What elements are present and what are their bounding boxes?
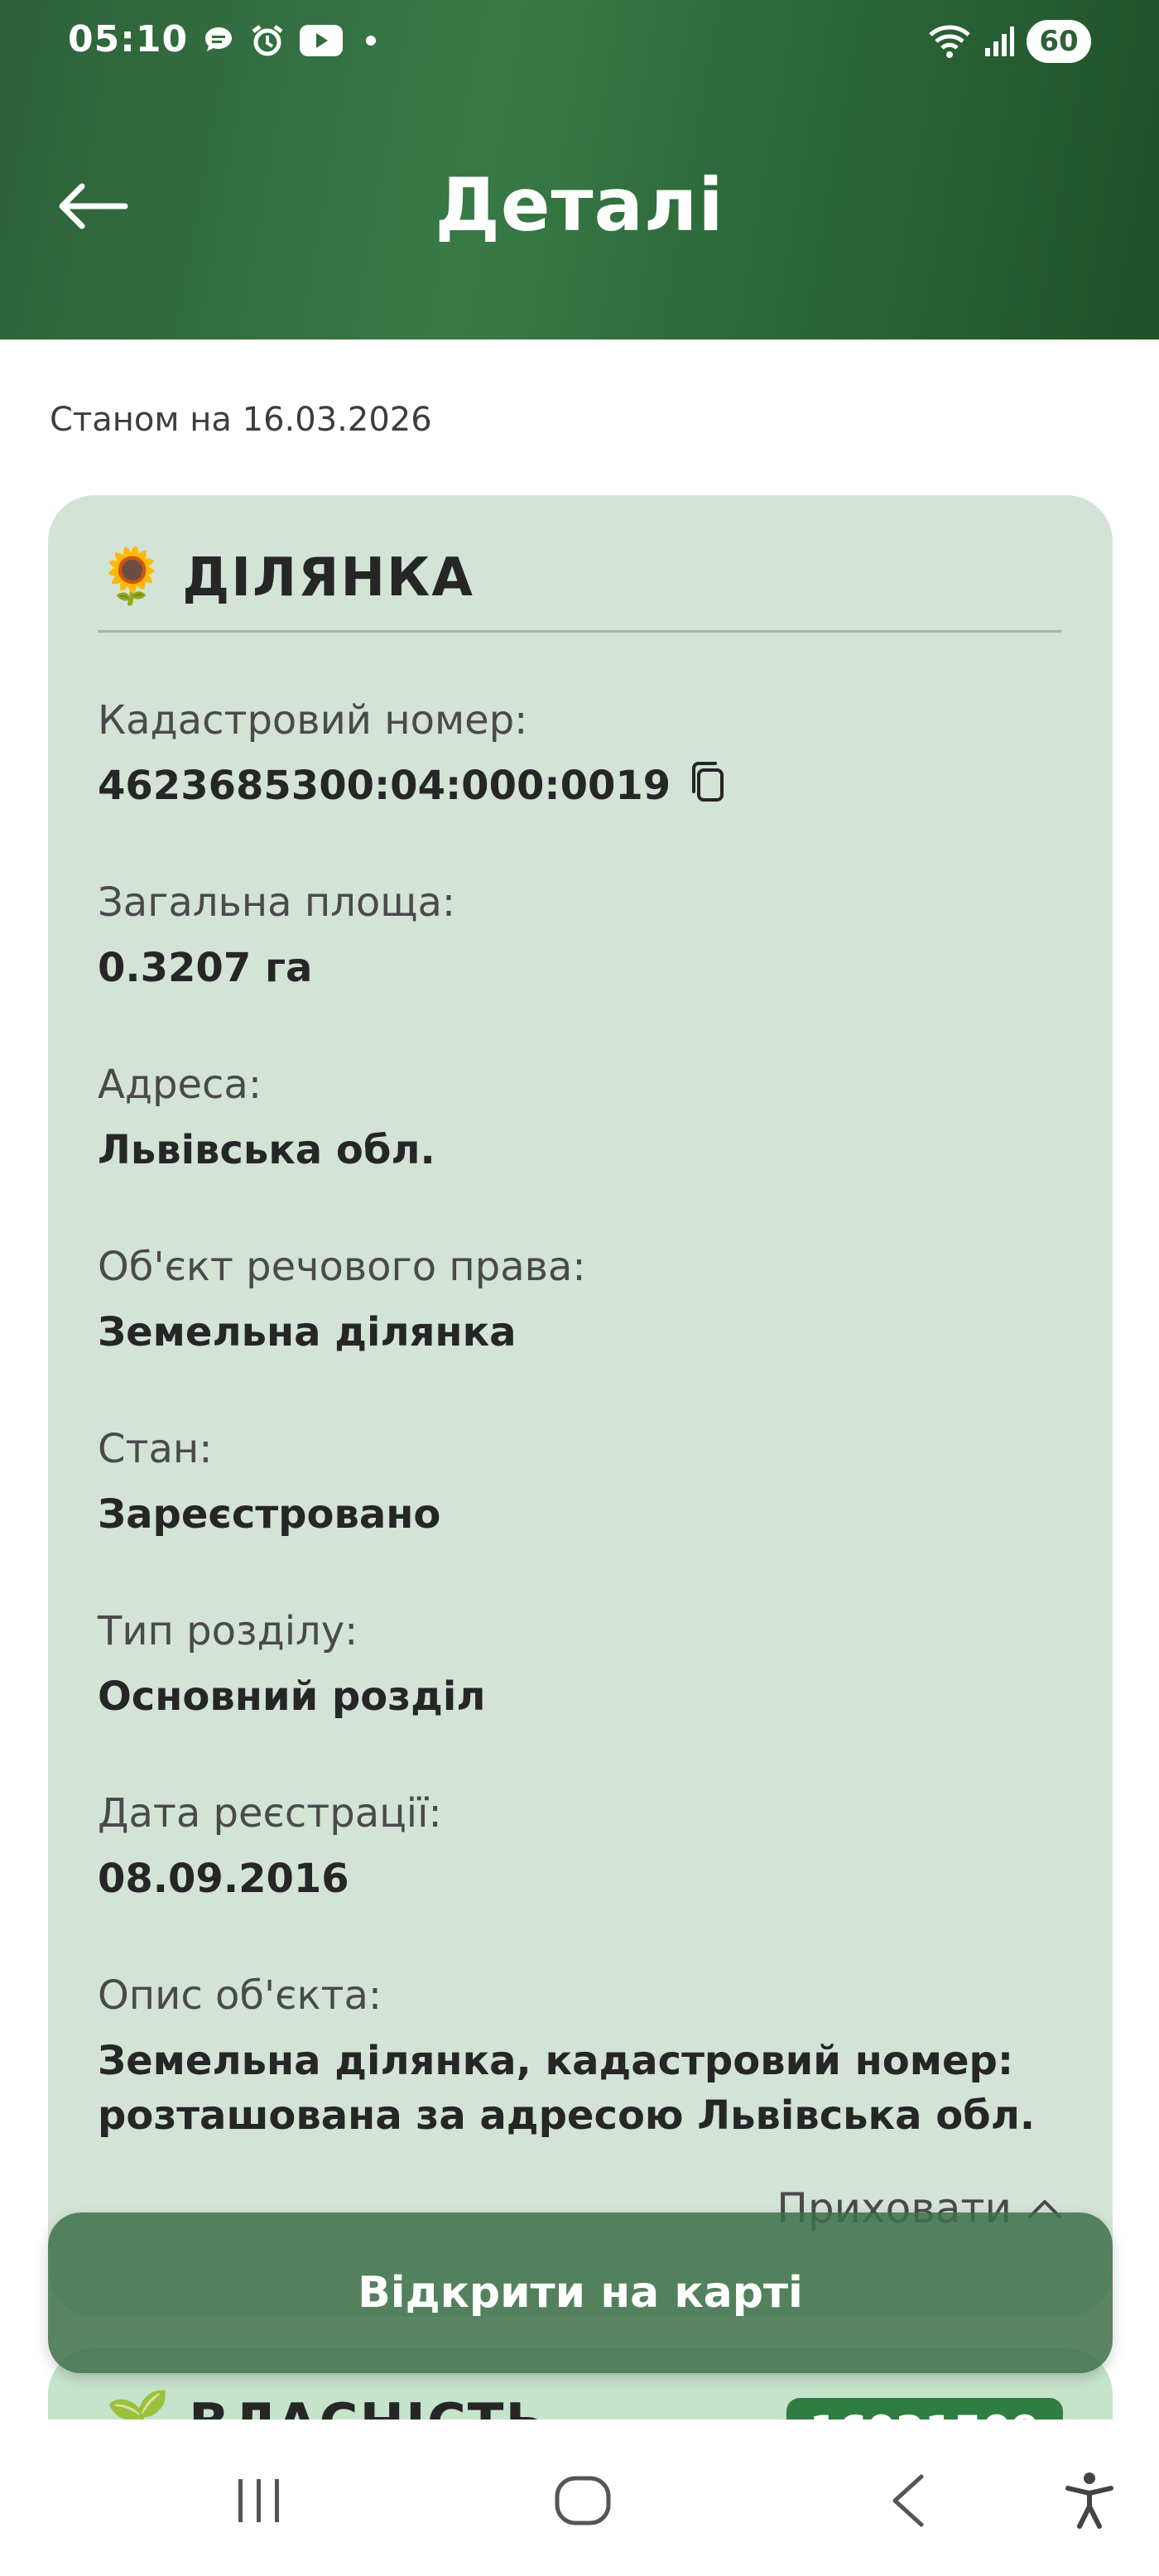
system-nav-bar <box>0 2420 1159 2576</box>
field-value: 4623685300:04:000:0019 <box>98 758 1075 817</box>
recent-apps-icon <box>238 2479 279 2522</box>
description-line-1: Земельна ділянка, кадастровий номер: <box>98 2038 1014 2084</box>
battery-icon: 60 <box>1027 20 1091 63</box>
field-label: Опис об'єкта: <box>98 1972 382 2019</box>
field-label: Адреса: <box>98 1062 262 1108</box>
youtube-icon <box>300 25 343 56</box>
parcel-card-title: ДІЛЯНКА <box>182 547 474 609</box>
notification-dot <box>366 36 376 46</box>
sunflower-icon: 🌻 <box>98 544 166 608</box>
parcel-card: 🌻 ДІЛЯНКА Кадастровий номер: 4623685300:… <box>48 495 1113 2317</box>
field-registration-date: Дата реєстрації: 08.09.2016 <box>98 1787 1075 1906</box>
field-status: Стан: Зареєстровано <box>98 1423 1075 1542</box>
field-address: Адреса: Львівська обл. <box>98 1058 1075 1177</box>
field-value: Зареєстровано <box>98 1491 441 1538</box>
field-value: Львівська обл. <box>98 1127 435 1173</box>
field-object-description: Опис об'єкта: Земельна ділянка, кадастро… <box>98 1969 1075 2143</box>
field-value: 08.09.2016 <box>98 1856 349 1902</box>
field-label: Тип розділу: <box>98 1608 358 1654</box>
as-of-date: Станом на 16.03.2026 <box>50 401 432 439</box>
recent-apps-button[interactable] <box>217 2459 300 2542</box>
page-title: Деталі <box>435 162 724 248</box>
accessibility-icon <box>1065 2472 1113 2529</box>
home-button[interactable] <box>541 2459 624 2542</box>
back-icon <box>892 2474 924 2527</box>
description-line-2: розташована за адресою Львівська обл. <box>98 2092 1036 2139</box>
signal-icon <box>985 26 1014 56</box>
field-section-type: Тип розділу: Основний розділ <box>98 1605 1075 1724</box>
screen: 05:10 60 Деталі Станом на 16.03.2026 🌻 Д… <box>0 0 1159 2576</box>
field-cadastral-number: Кадастровий номер: 4623685300:04:000:001… <box>98 694 1075 817</box>
accessibility-button[interactable] <box>1048 2459 1131 2542</box>
field-value: Основний розділ <box>98 1673 486 1720</box>
system-back-button[interactable] <box>866 2459 949 2542</box>
home-icon <box>555 2476 611 2525</box>
field-label: Стан: <box>98 1426 213 1472</box>
field-value: Земельна ділянка, кадастровий номер: роз… <box>98 2034 1075 2143</box>
alarm-icon <box>252 25 283 56</box>
wifi-icon <box>929 25 970 58</box>
open-on-map-button[interactable]: Відкрити на карті <box>48 2212 1113 2373</box>
field-value: Земельна ділянка <box>98 1309 517 1355</box>
cadastral-number-value: 4623685300:04:000:0019 <box>98 763 671 809</box>
status-bar: 05:10 60 <box>0 0 1159 83</box>
app-header: 05:10 60 Деталі <box>0 0 1159 339</box>
field-value: 0.3207 га <box>98 945 313 991</box>
field-total-area: Загальна площа: 0.3207 га <box>98 876 1075 995</box>
field-label: Дата реєстрації: <box>98 1790 442 1837</box>
field-label: Об'єкт речового права: <box>98 1244 586 1290</box>
status-icons-right: 60 <box>927 20 1091 63</box>
field-property-object: Об'єкт речового права: Земельна ділянка <box>98 1240 1075 1360</box>
chat-bubble-icon <box>205 27 232 51</box>
copy-icon[interactable] <box>689 760 725 817</box>
field-label: Кадастровий номер: <box>98 697 528 744</box>
field-label: Загальна площа: <box>98 879 456 926</box>
status-icons-left <box>202 23 376 58</box>
status-time: 05:10 <box>68 18 189 60</box>
parcel-card-header: 🌻 ДІЛЯНКА <box>98 543 1061 633</box>
